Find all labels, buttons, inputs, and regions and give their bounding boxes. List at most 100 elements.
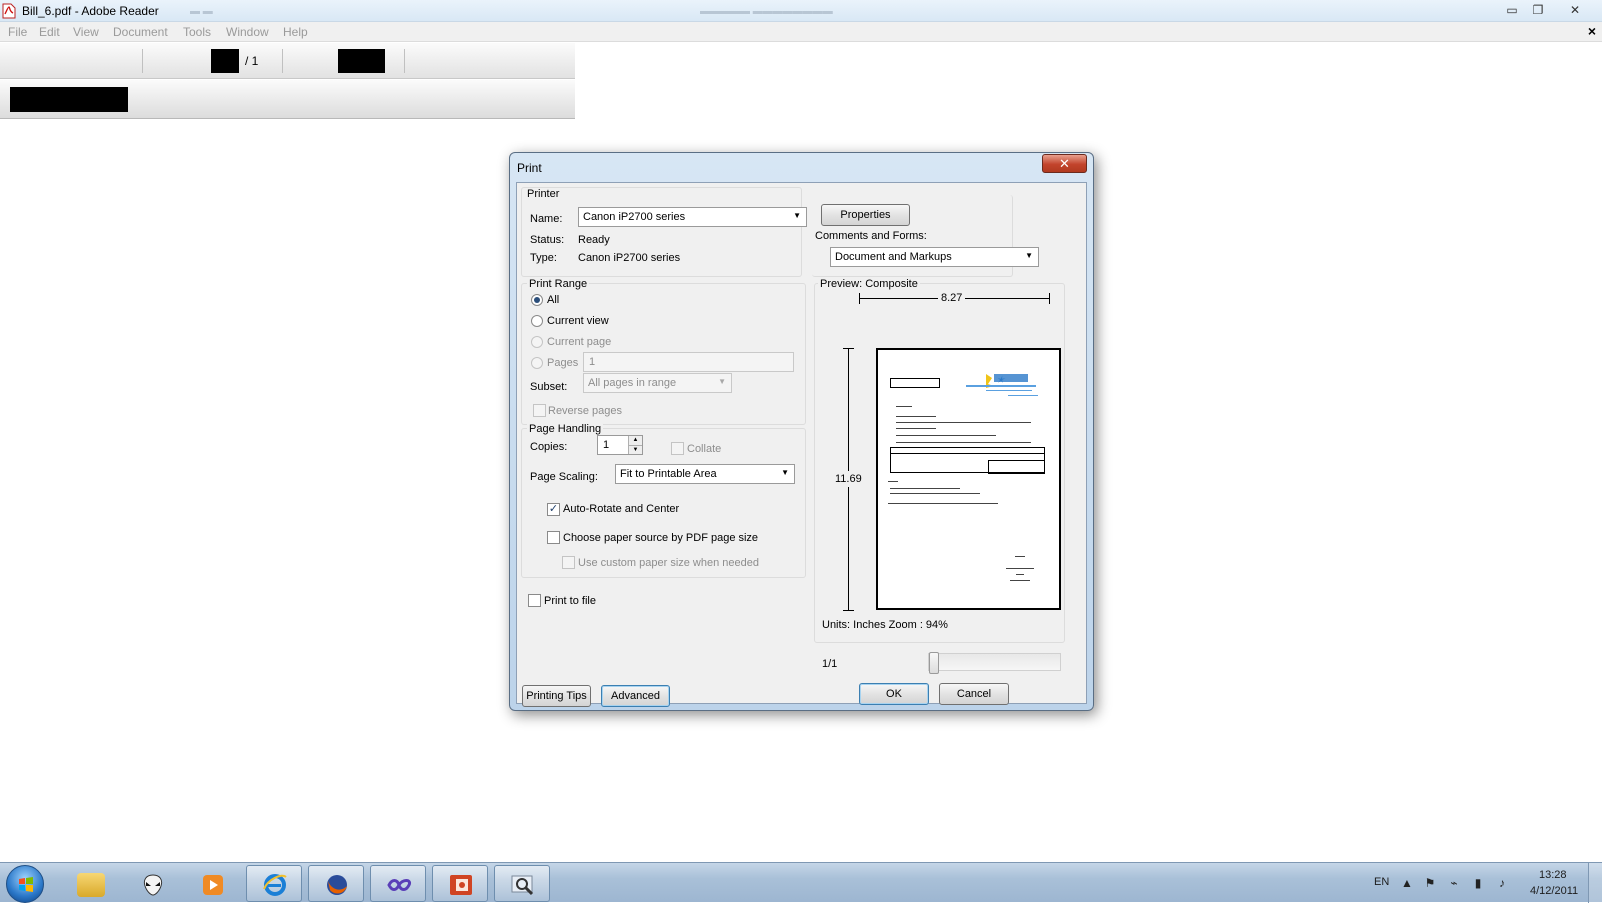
printer-name-label: Name: [530,213,563,225]
slider-thumb[interactable] [929,652,939,674]
spin-down-icon[interactable]: ▼ [628,445,642,454]
width-dimension-tick [1049,293,1050,304]
preview-text-line [888,481,898,482]
dialog-close-button[interactable]: ✕ [1042,154,1087,173]
cancel-button[interactable]: Cancel [939,683,1009,705]
taskbar-media-player[interactable] [184,865,240,902]
copies-value: 1 [603,439,610,451]
magnifier-icon [511,875,534,896]
start-button[interactable] [6,865,44,903]
preview-units-zoom: Units: Inches Zoom : 94% [822,619,948,631]
clock-date[interactable]: 4/12/2011 [1530,885,1578,897]
taskbar-file-explorer[interactable] [62,865,118,902]
taskbar-internet-explorer[interactable] [246,865,302,902]
copies-spinner[interactable]: 1 ▲ ▼ [597,435,643,455]
secondary-toolbar [0,80,575,119]
windows-taskbar: EN ▲ ⚑ ⌁ ▮ ♪ 13:28 4/12/2011 [0,862,1602,903]
preview-text-line [896,422,1031,423]
page-number-input[interactable] [211,49,239,73]
clock-time[interactable]: 13:28 [1539,869,1567,881]
preview-text-line [1010,580,1030,581]
range-pages-label: Pages [547,357,579,369]
taskbar-powerpoint[interactable] [432,865,488,902]
taskbar-alien-app[interactable] [124,865,180,902]
spin-up-icon[interactable]: ▲ [628,436,642,445]
collate-checkbox[interactable] [671,442,684,455]
preview-totals-box [988,460,1045,474]
auto-rotate-label: Auto-Rotate and Center [563,503,680,515]
show-desktop-button[interactable] [1588,863,1602,903]
comments-forms-dropdown[interactable]: Document and Markups ▼ [830,247,1039,267]
show-hidden-icons-icon[interactable]: ▲ [1400,876,1414,890]
pdf-file-icon [2,3,16,19]
app-title-bar: Bill_6.pdf - Adobe Reader ▬ ▬ ▬▬▬▬▬ ▬▬▬▬… [0,0,1602,22]
print-dialog: Print ✕ Printer Name: Canon iP2700 serie… [509,152,1094,711]
auto-rotate-checkbox[interactable]: ✓ [547,503,560,516]
menu-document[interactable]: Document [113,25,168,39]
menu-help[interactable]: Help [283,25,308,39]
volume-icon[interactable]: ♪ [1495,876,1509,890]
range-current-page-radio[interactable] [531,336,543,348]
dialog-client-area: Printer Name: Canon iP2700 series ▼ Stat… [516,182,1087,707]
advanced-button[interactable]: Advanced [601,685,670,707]
paper-source-checkbox[interactable] [547,531,560,544]
action-center-flag-icon[interactable]: ⚑ [1423,876,1437,890]
range-pages-radio[interactable] [531,357,543,369]
paper-source-label: Choose paper source by PDF page size [563,532,759,544]
menu-file[interactable]: File [8,25,27,39]
copies-label: Copies: [530,441,568,453]
preview-page: 🟉 [876,348,1061,610]
network-signal-icon[interactable]: ▮ [1471,876,1485,890]
preview-logo-icon: 🟉 [966,373,1038,396]
preview-text-line [890,488,960,489]
height-dimension-tick [843,610,854,611]
language-indicator[interactable]: EN [1374,876,1389,888]
close-document-icon[interactable]: × [1588,23,1596,39]
pages-input[interactable]: 1 [583,352,794,372]
taskbar-visual-studio[interactable] [370,865,426,902]
reverse-pages-label: Reverse pages [548,405,622,417]
menu-tools[interactable]: Tools [183,25,211,39]
preview-text-line [896,406,912,407]
printing-tips-button[interactable]: Printing Tips [522,685,591,707]
subset-label: Subset: [530,381,568,393]
menu-edit[interactable]: Edit [39,25,60,39]
page-scaling-dropdown[interactable]: Fit to Printable Area ▼ [615,464,795,484]
preview-text-line [896,435,996,436]
printer-name-dropdown[interactable]: Canon iP2700 series ▼ [578,207,807,227]
collate-label: Collate [687,443,722,455]
menu-window[interactable]: Window [226,25,269,39]
menu-bar: File Edit View Document Tools Window Hel… [0,22,1602,42]
preview-page-slider[interactable] [928,652,1061,674]
minimize-button[interactable]: ▭ [1499,1,1525,19]
printer-name-value: Canon iP2700 series [583,211,686,223]
range-current-page-label: Current page [547,336,612,348]
print-to-file-label: Print to file [544,595,596,607]
windows-logo-icon [19,877,33,892]
close-window-button[interactable]: ✕ [1562,1,1588,19]
folder-icon [77,873,105,897]
taskbar-image-viewer[interactable] [494,865,550,902]
redacted-toolbar-field[interactable] [10,87,128,112]
custom-paper-checkbox[interactable] [562,556,575,569]
preview-text-line [1016,574,1024,575]
print-to-file-checkbox[interactable] [528,594,541,607]
preview-text-line [1006,568,1034,569]
power-plug-icon[interactable]: ⌁ [1447,876,1461,890]
page-scaling-label: Page Scaling: [530,471,598,483]
subset-dropdown[interactable]: All pages in range ▼ [583,373,732,393]
ok-button[interactable]: OK [859,683,929,705]
restore-button[interactable]: ❐ [1525,1,1551,19]
range-current-view-radio[interactable] [531,315,543,327]
comments-forms-value: Document and Markups [835,251,952,263]
menu-view[interactable]: View [73,25,99,39]
range-current-view-label: Current view [547,315,609,327]
preview-text-line [890,493,980,494]
toolbar-separator [404,49,405,73]
height-dimension-tick [843,348,854,349]
properties-button[interactable]: Properties [821,204,910,226]
range-all-radio[interactable] [531,294,543,306]
taskbar-firefox[interactable] [308,865,364,902]
reverse-pages-checkbox[interactable] [533,404,546,417]
zoom-input[interactable] [338,49,385,73]
